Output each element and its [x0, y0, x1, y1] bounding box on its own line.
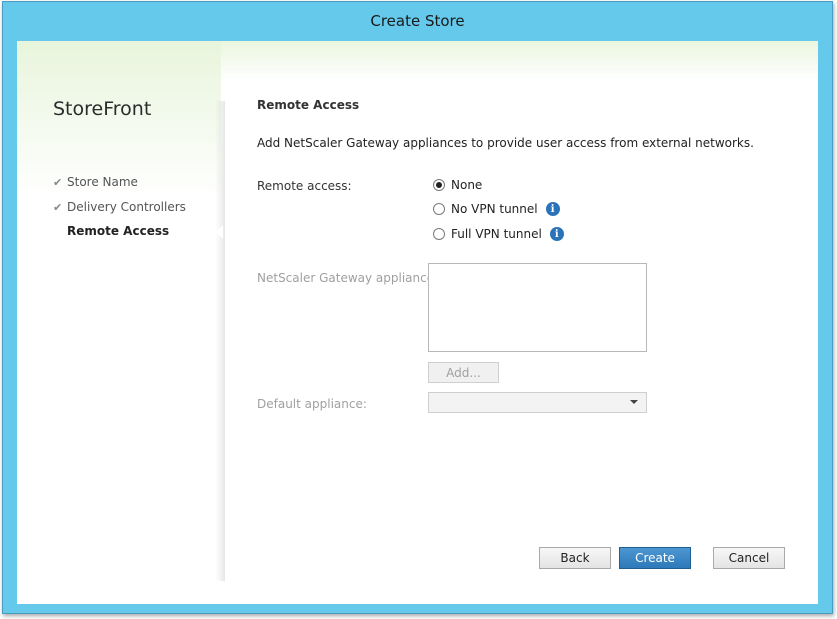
sidebar-step-delivery-controllers: ✔ Delivery Controllers	[53, 200, 186, 214]
checkmark-icon: ✔	[53, 175, 63, 189]
sidebar-step-remote-access: ✔ Remote Access	[53, 224, 169, 238]
brand-title: StoreFront	[53, 98, 152, 120]
page-description: Add NetScaler Gateway appliances to prov…	[257, 136, 754, 150]
default-appliance-label: Default appliance:	[257, 397, 367, 411]
step-label: Delivery Controllers	[67, 200, 186, 214]
radio-full-vpn-tunnel[interactable]: Full VPN tunnel i	[433, 227, 564, 241]
gateway-appliances-label: NetScaler Gateway appliances:	[257, 271, 445, 285]
radio-no-vpn-tunnel[interactable]: No VPN tunnel i	[433, 202, 560, 216]
radio-label: No VPN tunnel	[451, 202, 538, 216]
sidebar-divider	[215, 101, 225, 581]
sidebar-step-store-name: ✔ Store Name	[53, 175, 138, 189]
remote-access-label: Remote access:	[257, 179, 352, 193]
window-titlebar[interactable]: Create Store	[3, 2, 832, 40]
gateway-appliances-list[interactable]	[428, 263, 647, 352]
radio-button[interactable]	[433, 228, 445, 240]
window-title: Create Store	[370, 12, 465, 30]
radio-button[interactable]	[433, 203, 445, 215]
checkmark-icon: ✔	[53, 200, 63, 214]
radio-label: None	[451, 178, 483, 192]
add-appliance-button[interactable]: Add...	[428, 362, 499, 383]
default-appliance-select[interactable]	[428, 392, 647, 413]
cancel-button[interactable]: Cancel	[713, 547, 785, 569]
wizard-sidebar	[17, 41, 221, 604]
header-glow	[221, 41, 818, 81]
info-icon[interactable]: i	[545, 202, 560, 216]
page-heading: Remote Access	[257, 98, 360, 112]
create-store-window: Create Store StoreFront ✔ Store Name ✔ D…	[2, 1, 833, 614]
step-label: Remote Access	[67, 224, 170, 238]
back-button[interactable]: Back	[539, 547, 611, 569]
create-button[interactable]: Create	[619, 547, 691, 569]
info-icon[interactable]: i	[549, 227, 564, 241]
dialog-client-area: StoreFront ✔ Store Name ✔ Delivery Contr…	[17, 41, 818, 604]
radio-none[interactable]: None	[433, 178, 482, 192]
current-step-pointer	[216, 225, 223, 239]
radio-label: Full VPN tunnel	[451, 227, 542, 241]
radio-button-selected[interactable]	[433, 179, 445, 191]
chevron-down-icon	[630, 400, 638, 404]
step-label: Store Name	[67, 175, 138, 189]
